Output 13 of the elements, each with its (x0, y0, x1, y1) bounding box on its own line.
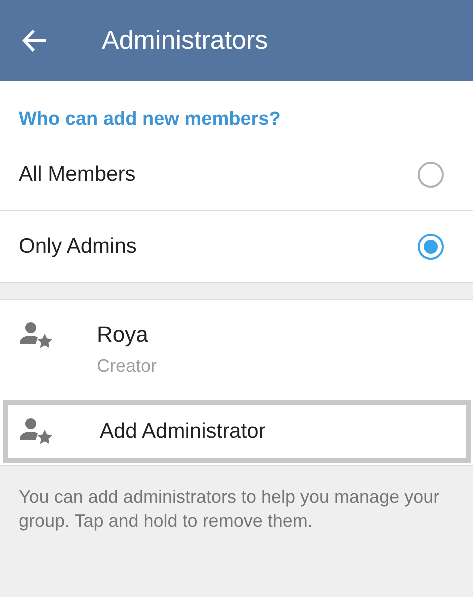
admin-name: Roya (97, 322, 150, 348)
section-heading: Who can add new members? (18, 108, 282, 132)
option-label: All Members (19, 162, 136, 186)
admin-role: Creator (97, 356, 158, 377)
radio-button[interactable] (418, 234, 444, 260)
back-button[interactable] (22, 28, 48, 54)
screen-title: Administrators (102, 25, 268, 56)
help-text: You can add administrators to help you manage your group. Tap and hold to remove them. (18, 486, 441, 533)
option-label: Only Admins (19, 234, 137, 258)
add-administrator-button[interactable]: Add Administrator (3, 400, 471, 463)
user-star-icon (20, 418, 54, 446)
user-star-icon (20, 322, 54, 350)
radio-button[interactable] (418, 162, 444, 188)
